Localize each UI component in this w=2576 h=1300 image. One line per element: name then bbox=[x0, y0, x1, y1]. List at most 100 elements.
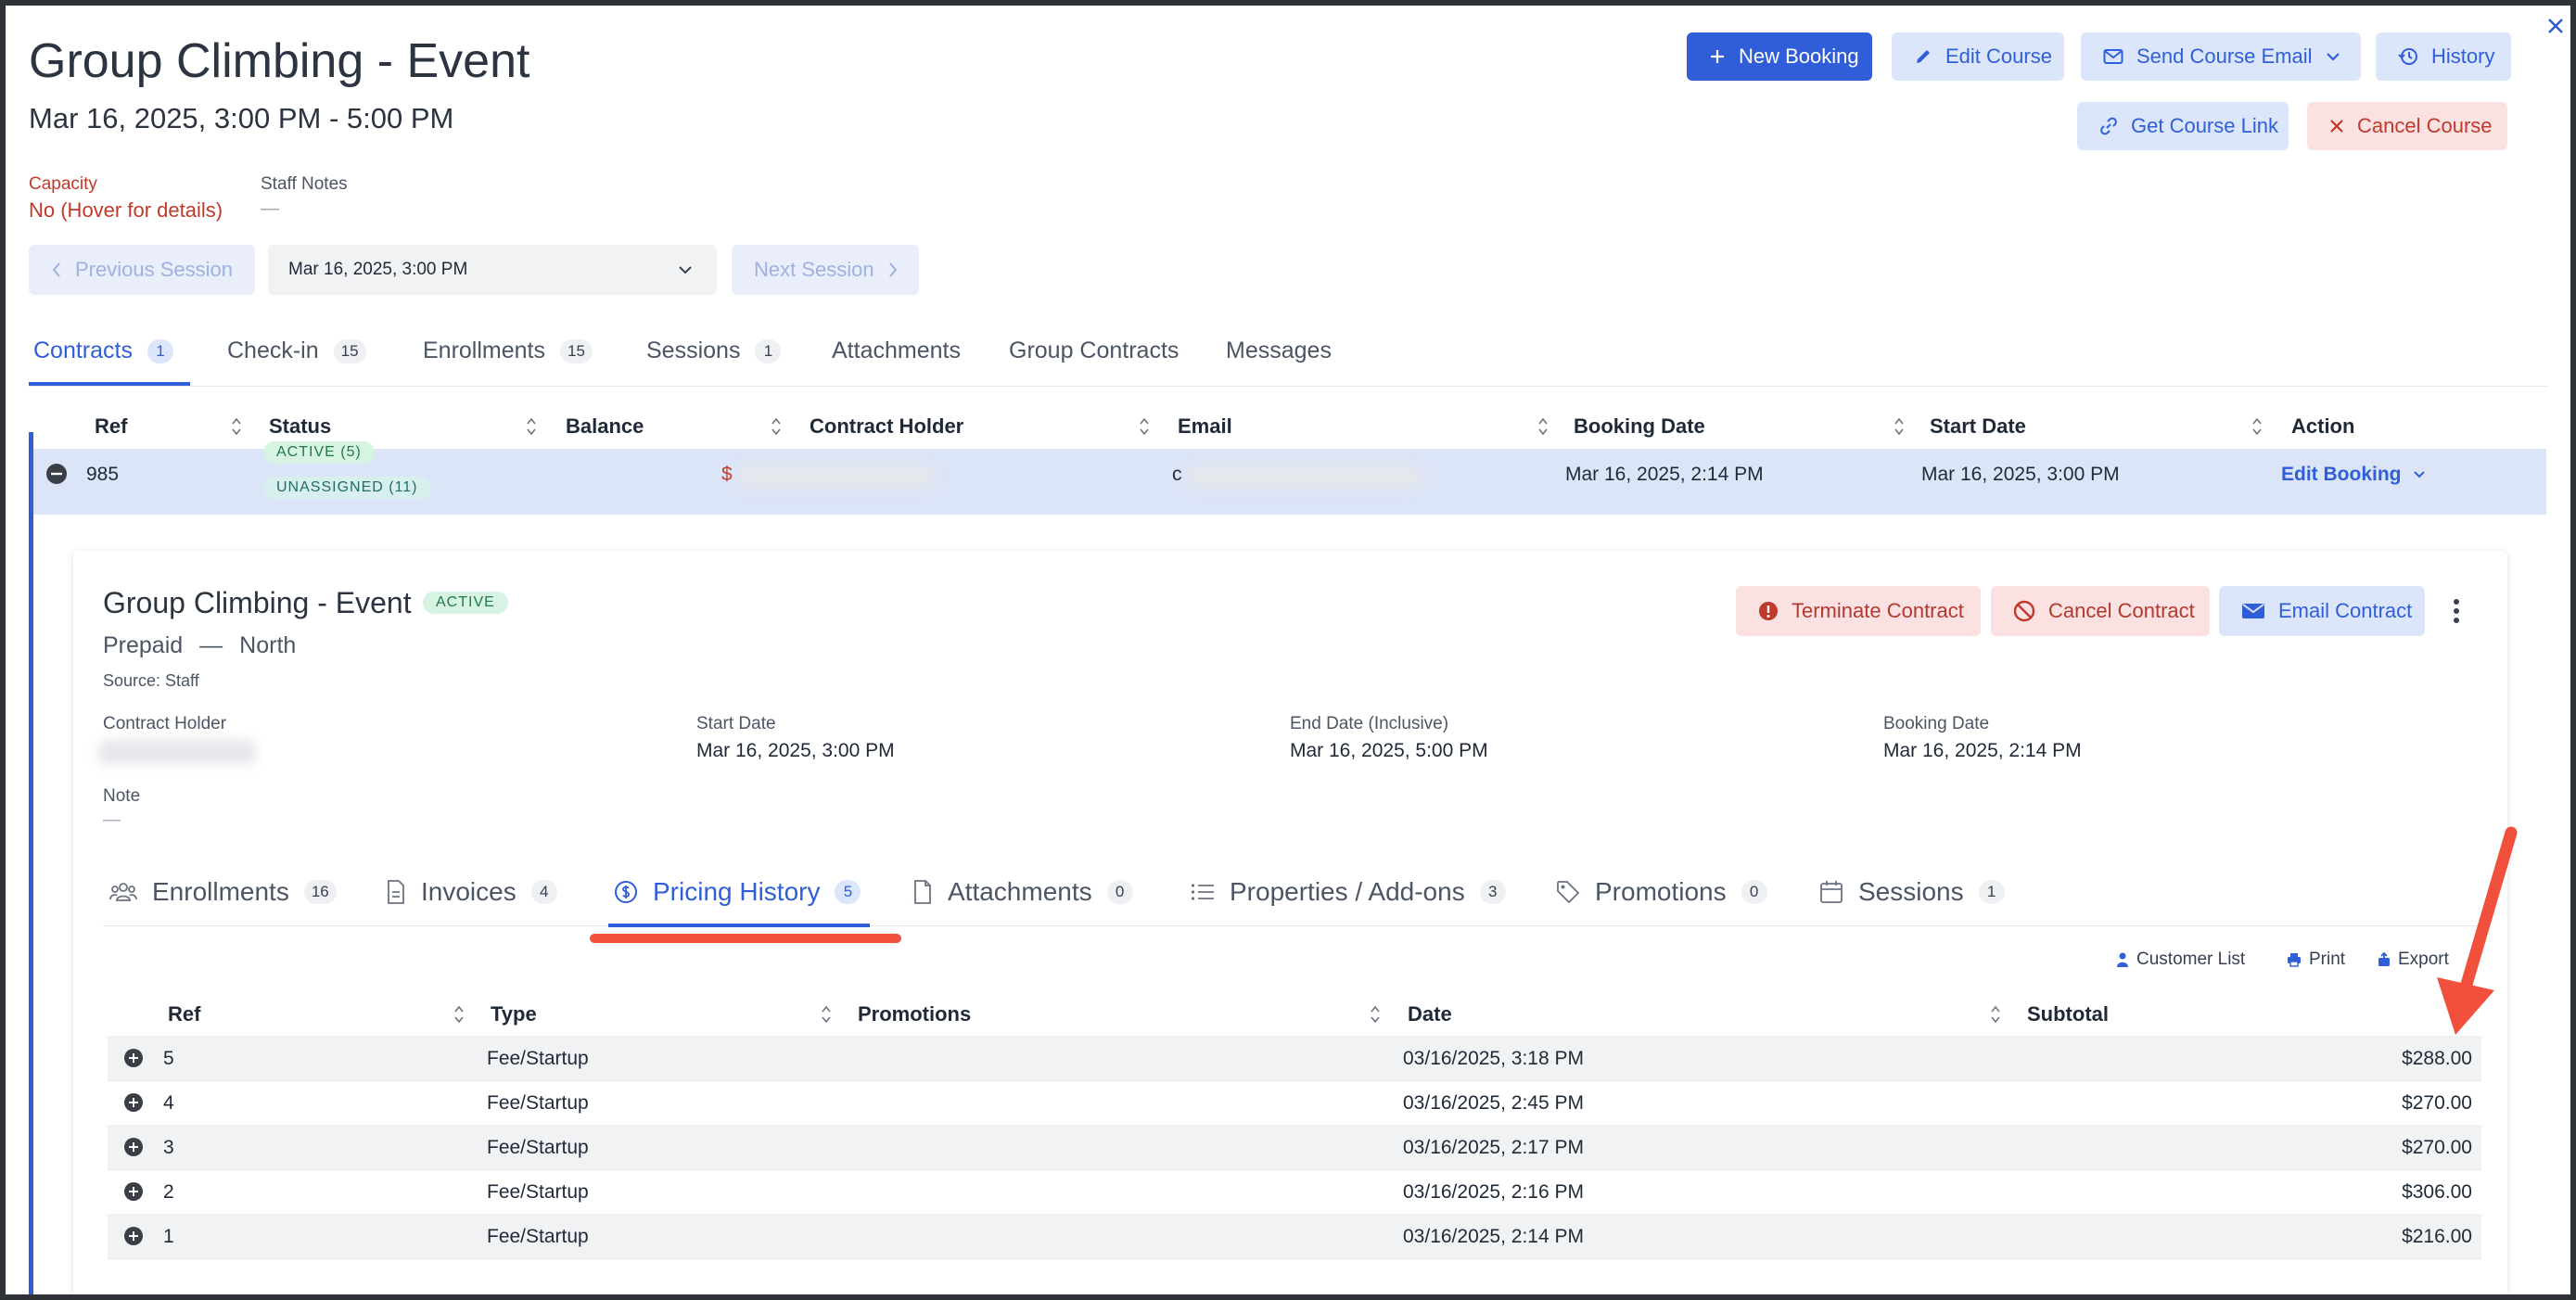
session-select[interactable]: Mar 16, 2025, 3:00 PM bbox=[268, 245, 717, 295]
tabs-divider bbox=[29, 386, 2547, 387]
start-date-value: Mar 16, 2025, 3:00 PM bbox=[1921, 464, 2120, 485]
history-button[interactable]: History bbox=[2376, 32, 2511, 81]
expand-row-icon[interactable] bbox=[124, 1182, 143, 1201]
email-contract-button[interactable]: Email Contract bbox=[2219, 586, 2425, 636]
cancel-course-button[interactable]: Cancel Course bbox=[2307, 102, 2507, 150]
column-header-start-date[interactable]: Start Date bbox=[1930, 414, 2026, 439]
row-type: Fee/Startup bbox=[487, 1226, 589, 1247]
table-row[interactable]: 1 Fee/Startup 03/16/2025, 2:14 PM $216.0… bbox=[108, 1214, 2481, 1259]
sort-icon[interactable] bbox=[2251, 415, 2263, 438]
plus-icon bbox=[1711, 50, 1724, 63]
column-header-balance[interactable]: Balance bbox=[566, 414, 644, 439]
cancel-contract-label: Cancel Contract bbox=[2048, 599, 2195, 622]
tab-label: Pricing History bbox=[653, 877, 821, 906]
expand-row-icon[interactable] bbox=[124, 1138, 143, 1156]
more-vertical-icon[interactable] bbox=[2450, 597, 2463, 625]
sort-icon[interactable] bbox=[1537, 415, 1549, 438]
export-icon bbox=[2378, 952, 2390, 966]
column-header-type[interactable]: Type bbox=[491, 1002, 537, 1026]
sort-icon[interactable] bbox=[231, 415, 242, 438]
detail-tab-sessions[interactable]: Sessions 1 bbox=[1819, 877, 2005, 907]
sort-icon[interactable] bbox=[821, 1003, 832, 1026]
sort-icon[interactable] bbox=[1139, 415, 1150, 438]
tab-check-in[interactable]: Check-in 15 bbox=[227, 338, 366, 364]
table-row[interactable]: 2 Fee/Startup 03/16/2025, 2:16 PM $306.0… bbox=[108, 1169, 2481, 1215]
row-type: Fee/Startup bbox=[487, 1181, 589, 1203]
detail-tab-attachments[interactable]: Attachments 0 bbox=[912, 877, 1133, 907]
sort-icon[interactable] bbox=[771, 415, 782, 438]
tab-count: 15 bbox=[333, 338, 366, 363]
tab-label: Contracts bbox=[33, 338, 133, 363]
row-ref: 3 bbox=[163, 1137, 174, 1158]
column-header-status[interactable]: Status bbox=[269, 414, 331, 439]
tab-label: Sessions bbox=[1858, 877, 1964, 906]
column-header-promotions[interactable]: Promotions bbox=[858, 1002, 971, 1026]
tab-contracts[interactable]: Contracts 1 bbox=[33, 338, 173, 364]
detail-tab-enrollments[interactable]: Enrollments 16 bbox=[109, 877, 337, 907]
tab-enrollments[interactable]: Enrollments 15 bbox=[423, 338, 593, 364]
tab-messages[interactable]: Messages bbox=[1226, 338, 1332, 364]
next-session-button[interactable]: Next Session bbox=[732, 245, 919, 295]
table-row[interactable]: 4 Fee/Startup 03/16/2025, 2:45 PM $270.0… bbox=[108, 1080, 2481, 1126]
edit-booking-button[interactable]: Edit Booking bbox=[2281, 464, 2426, 486]
send-course-email-button[interactable]: Send Course Email bbox=[2081, 32, 2361, 81]
print-link[interactable]: Print bbox=[2287, 950, 2345, 970]
column-header-ref[interactable]: Ref bbox=[168, 1002, 200, 1026]
detail-tab-properties-add-ons[interactable]: Properties / Add-ons 3 bbox=[1191, 877, 1506, 907]
previous-session-label: Previous Session bbox=[75, 258, 233, 281]
cancel-contract-button[interactable]: Cancel Contract bbox=[1991, 586, 2210, 636]
staff-notes-value: — bbox=[261, 198, 279, 219]
active-tab-indicator bbox=[29, 382, 190, 386]
redacted-balance bbox=[738, 465, 933, 488]
tab-group-contracts[interactable]: Group Contracts bbox=[1009, 338, 1179, 364]
capacity-value[interactable]: No (Hover for details) bbox=[29, 198, 223, 223]
contract-status-badge: ACTIVE bbox=[423, 592, 508, 614]
column-header-subtotal[interactable]: Subtotal bbox=[2027, 1002, 2109, 1026]
sort-icon[interactable] bbox=[453, 1003, 465, 1026]
column-header-ref[interactable]: Ref bbox=[95, 414, 127, 439]
sort-icon[interactable] bbox=[526, 415, 537, 438]
contract-plan: Prepaid bbox=[103, 632, 184, 658]
column-header-booking-date[interactable]: Booking Date bbox=[1574, 414, 1705, 439]
booking-date-value: Mar 16, 2025, 2:14 PM bbox=[1883, 740, 2082, 761]
close-icon[interactable] bbox=[2546, 17, 2565, 35]
sort-icon[interactable] bbox=[1894, 415, 1905, 438]
status-badge-unassigned: UNASSIGNED (11) bbox=[263, 477, 431, 499]
row-date: 03/16/2025, 2:17 PM bbox=[1403, 1137, 1584, 1158]
column-header-contract-holder[interactable]: Contract Holder bbox=[810, 414, 963, 439]
balance-value: $ bbox=[721, 464, 733, 485]
detail-tab-invoices[interactable]: Invoices 4 bbox=[386, 877, 557, 907]
chevron-down-icon[interactable] bbox=[2326, 51, 2340, 62]
column-header-email[interactable]: Email bbox=[1178, 414, 1232, 439]
contract-location: North bbox=[239, 632, 297, 658]
table-row[interactable]: 3 Fee/Startup 03/16/2025, 2:17 PM $270.0… bbox=[108, 1125, 2481, 1170]
detail-tab-pricing-history[interactable]: Pricing History 5 bbox=[614, 877, 861, 907]
column-header-date[interactable]: Date bbox=[1408, 1002, 1452, 1026]
detail-tabs-divider bbox=[103, 925, 2481, 926]
tab-sessions[interactable]: Sessions 1 bbox=[646, 338, 782, 364]
chevron-down-icon bbox=[679, 266, 692, 274]
expand-row-icon[interactable] bbox=[124, 1049, 143, 1067]
detail-tab-promotions[interactable]: Promotions 0 bbox=[1556, 877, 1767, 907]
customer-list-link[interactable]: Customer List bbox=[2116, 950, 2245, 970]
cancel-course-label: Cancel Course bbox=[2357, 114, 2493, 137]
minus-circle-icon[interactable] bbox=[45, 463, 68, 485]
row-date: 03/16/2025, 2:14 PM bbox=[1403, 1226, 1584, 1247]
expand-row-icon[interactable] bbox=[124, 1093, 143, 1112]
new-booking-button[interactable]: New Booking bbox=[1687, 32, 1872, 81]
pencil-icon bbox=[1917, 50, 1930, 63]
tab-attachments[interactable]: Attachments bbox=[832, 338, 961, 364]
sort-icon[interactable] bbox=[1990, 1003, 2001, 1026]
edit-course-button[interactable]: Edit Course bbox=[1892, 32, 2064, 81]
new-booking-label: New Booking bbox=[1739, 45, 1859, 68]
row-date: 03/16/2025, 2:16 PM bbox=[1403, 1181, 1584, 1203]
previous-session-button[interactable]: Previous Session bbox=[29, 245, 255, 295]
terminate-contract-button[interactable]: Terminate Contract bbox=[1736, 586, 1981, 636]
tab-label: Sessions bbox=[646, 338, 741, 363]
tab-count: 16 bbox=[303, 880, 337, 904]
table-row[interactable]: 5 Fee/Startup 03/16/2025, 3:18 PM $288.0… bbox=[108, 1036, 2481, 1081]
expand-row-icon[interactable] bbox=[124, 1227, 143, 1245]
tab-label: Invoices bbox=[421, 877, 516, 906]
sort-icon[interactable] bbox=[1370, 1003, 1381, 1026]
get-course-link-button[interactable]: Get Course Link bbox=[2077, 102, 2289, 150]
